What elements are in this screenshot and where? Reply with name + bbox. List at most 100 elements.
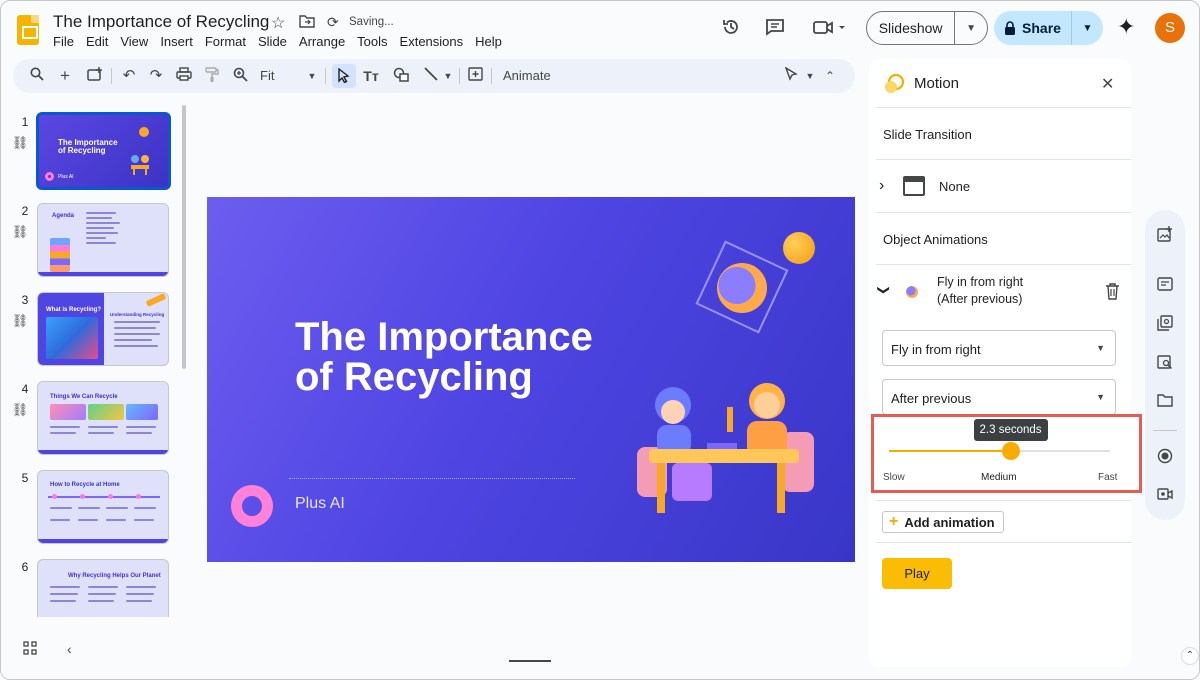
new-slide-icon[interactable] bbox=[85, 67, 105, 85]
play-button[interactable]: Play bbox=[882, 558, 952, 589]
chevron-down-icon[interactable]: ▼ bbox=[438, 67, 458, 85]
animate-button[interactable]: Animate bbox=[503, 68, 551, 83]
slide-thumbnail-3[interactable]: What is Recycling? Understanding Recycli… bbox=[37, 292, 169, 366]
print-icon[interactable] bbox=[174, 67, 194, 85]
zoom-icon[interactable] bbox=[230, 67, 250, 86]
menu-extensions[interactable]: Extensions bbox=[394, 35, 470, 49]
chevron-left-icon[interactable]: ‹ bbox=[67, 641, 72, 657]
share-main[interactable]: Share bbox=[994, 11, 1072, 45]
slide-title[interactable]: The Importance of Recycling bbox=[295, 317, 635, 397]
slide-thumbnail-6[interactable]: Why Recycling Helps Our Planet bbox=[37, 559, 169, 617]
slide-canvas[interactable]: The Importance of Recycling Plus AI bbox=[207, 197, 855, 562]
menu-insert[interactable]: Insert bbox=[154, 35, 199, 49]
animation-name[interactable]: Fly in from right bbox=[937, 275, 1023, 289]
select-cursor-icon[interactable] bbox=[332, 64, 356, 88]
add-icon: + bbox=[889, 513, 899, 530]
thumbnail-footer bbox=[38, 539, 168, 543]
slide-thumbnail-4[interactable]: Things We Can Recycle bbox=[37, 381, 169, 455]
thumbnail-text-line bbox=[134, 507, 156, 509]
folder-icon[interactable] bbox=[1145, 393, 1185, 410]
slideshow-button[interactable]: Slideshow ▼ bbox=[866, 11, 988, 45]
slideshow-label[interactable]: Slideshow bbox=[867, 12, 956, 44]
gemini-sparkle-icon[interactable]: ✦ bbox=[1117, 15, 1135, 39]
chevron-down-icon[interactable]: ▼ bbox=[1072, 23, 1103, 34]
speaker-notes-handle[interactable] bbox=[509, 660, 551, 662]
thumbnail-text-line bbox=[50, 519, 70, 521]
animation-timing[interactable]: (After previous) bbox=[937, 292, 1022, 306]
thumbnail-text-line bbox=[88, 593, 116, 595]
thumbnail-ring bbox=[45, 172, 54, 181]
trash-icon[interactable] bbox=[1105, 283, 1120, 305]
thumbnail-text-line bbox=[134, 519, 154, 521]
text-box-icon[interactable]: Tт bbox=[361, 67, 381, 85]
close-icon[interactable]: ✕ bbox=[1101, 74, 1114, 94]
thumbnail-subtitle: Plus AI bbox=[58, 174, 74, 180]
chevron-down-icon[interactable]: ▼ bbox=[955, 23, 987, 34]
slide-thumbnail-2[interactable]: Agenda bbox=[37, 203, 169, 277]
slide-subtitle[interactable]: Plus AI bbox=[295, 495, 345, 513]
shape-icon[interactable] bbox=[391, 67, 411, 86]
record-icon[interactable] bbox=[1145, 448, 1185, 467]
document-title[interactable]: The Importance of Recycling bbox=[53, 12, 269, 32]
menu-tools[interactable]: Tools bbox=[351, 35, 393, 49]
donut-shape[interactable] bbox=[231, 485, 273, 527]
add-animation-button[interactable]: + Add animation bbox=[882, 511, 1004, 533]
star-icon[interactable]: ☆ bbox=[271, 13, 285, 33]
chevron-down-icon[interactable]: ▼ bbox=[800, 67, 820, 85]
thumbnail-text-line bbox=[86, 222, 120, 224]
share-button[interactable]: Share ▼ bbox=[994, 11, 1103, 45]
slides-logo[interactable] bbox=[17, 15, 39, 45]
menu-edit[interactable]: Edit bbox=[80, 35, 114, 49]
transition-thumbnail[interactable] bbox=[903, 176, 925, 196]
thumbnail-text-line bbox=[88, 432, 114, 434]
redo-icon[interactable]: ↷ bbox=[146, 67, 166, 85]
camera-icon[interactable] bbox=[1145, 487, 1185, 504]
image-search-icon[interactable] bbox=[1145, 354, 1185, 373]
thumbnail-text-line bbox=[86, 242, 116, 244]
chevron-down-icon[interactable]: ▼ bbox=[302, 67, 322, 85]
link-icon: ⛓ bbox=[11, 402, 29, 417]
search-icon[interactable] bbox=[27, 67, 47, 85]
chevron-up-icon[interactable]: ⌃ bbox=[1181, 647, 1199, 665]
thumbnail-text-line bbox=[50, 507, 72, 509]
menu-format[interactable]: Format bbox=[199, 35, 252, 49]
transition-value[interactable]: None bbox=[939, 179, 970, 194]
paint-format-icon[interactable] bbox=[202, 67, 222, 87]
move-to-folder-icon[interactable] bbox=[299, 14, 315, 31]
zoom-select[interactable]: Fit bbox=[260, 68, 274, 83]
panel-divider bbox=[876, 264, 1131, 265]
chevron-down-icon[interactable]: ❯ bbox=[877, 285, 891, 295]
history-icon[interactable] bbox=[719, 17, 743, 42]
captions-icon[interactable] bbox=[1145, 277, 1185, 294]
menu-help[interactable]: Help bbox=[469, 35, 508, 49]
menu-arrange[interactable]: Arrange bbox=[293, 35, 351, 49]
grid-view-icon[interactable] bbox=[23, 641, 37, 660]
thumbnail-text-line bbox=[78, 519, 98, 521]
add-image-icon[interactable] bbox=[1145, 226, 1185, 245]
undo-icon[interactable]: ↶ bbox=[119, 67, 139, 85]
slide-thumbnail-1[interactable]: The Importance of Recycling Plus AI bbox=[36, 112, 171, 190]
menu-view[interactable]: View bbox=[114, 35, 154, 49]
thumbnail-text-line bbox=[86, 227, 114, 229]
photo-library-icon[interactable] bbox=[1145, 315, 1185, 334]
insert-comment-icon[interactable] bbox=[465, 67, 485, 85]
avatar[interactable]: S bbox=[1155, 13, 1185, 43]
menu-slide[interactable]: Slide bbox=[252, 35, 293, 49]
video-call-icon[interactable] bbox=[809, 17, 849, 42]
slide-thumbnail-5[interactable]: How to Recycle at Home bbox=[37, 470, 169, 544]
filmstrip-scrollbar[interactable] bbox=[182, 105, 186, 369]
rail-divider bbox=[1153, 430, 1177, 431]
add-icon[interactable]: + bbox=[55, 67, 75, 85]
effect-dropdown[interactable]: Fly in from right ▼ bbox=[882, 330, 1116, 366]
pen-icon[interactable] bbox=[781, 66, 801, 85]
menu-file[interactable]: File bbox=[53, 35, 80, 49]
start-dropdown[interactable]: After previous ▼ bbox=[882, 379, 1116, 415]
chevron-right-icon[interactable]: › bbox=[879, 177, 884, 195]
comment-icon[interactable] bbox=[763, 17, 787, 42]
thumbnail-text-line bbox=[106, 507, 128, 509]
chevron-up-icon[interactable]: ⌃ bbox=[820, 67, 840, 85]
thumbnail-illustration bbox=[127, 151, 153, 177]
panel-divider bbox=[876, 107, 1131, 108]
thumbnail-footer bbox=[38, 450, 168, 454]
speed-slider-handle[interactable] bbox=[1001, 442, 1020, 460]
